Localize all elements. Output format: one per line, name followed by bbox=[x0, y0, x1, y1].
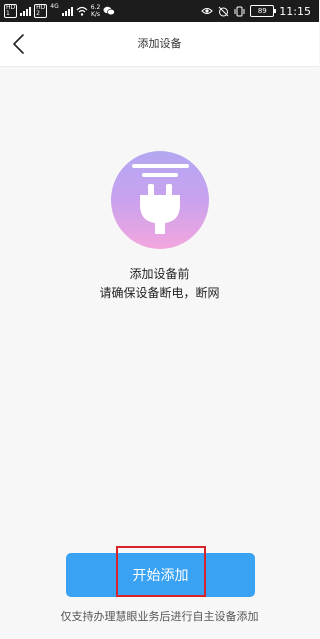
plug-icon bbox=[132, 164, 189, 234]
notice-title: 添加设备前 bbox=[129, 267, 190, 281]
wifi-icon bbox=[76, 6, 88, 16]
status-right: 89 11:15 bbox=[201, 3, 311, 19]
clock: 11:15 bbox=[279, 4, 311, 18]
alarm-off-icon bbox=[218, 6, 229, 16]
eye-icon bbox=[201, 8, 214, 14]
wechat-icon bbox=[103, 6, 116, 16]
battery-icon: 89 bbox=[250, 5, 277, 17]
signal-icon-1 bbox=[20, 6, 32, 16]
signal-icon-2 bbox=[61, 6, 73, 16]
status-bar: HD 1 HD 2 4G 6.2 K/s 89 11:15 bbox=[0, 0, 319, 22]
start-add-button[interactable]: 开始添加 bbox=[66, 553, 255, 597]
network-type: 4G bbox=[50, 3, 59, 10]
status-left: HD 1 HD 2 4G 6.2 K/s bbox=[4, 3, 116, 19]
plug-illustration bbox=[111, 151, 209, 249]
start-add-label: 开始添加 bbox=[132, 567, 189, 583]
vibrate-icon bbox=[234, 6, 245, 16]
network-speed: 6.2 K/s bbox=[90, 4, 101, 18]
hd-badge-1: HD 1 bbox=[4, 4, 18, 18]
hd-badge-2: HD 2 bbox=[34, 4, 48, 18]
footer-note: 仅支持办理慧眼业务后进行自主设备添加 bbox=[60, 610, 259, 623]
header: 添加设备 bbox=[0, 22, 319, 67]
notice-subtitle: 请确保设备断电，断网 bbox=[99, 286, 220, 300]
page-title: 添加设备 bbox=[137, 37, 182, 50]
